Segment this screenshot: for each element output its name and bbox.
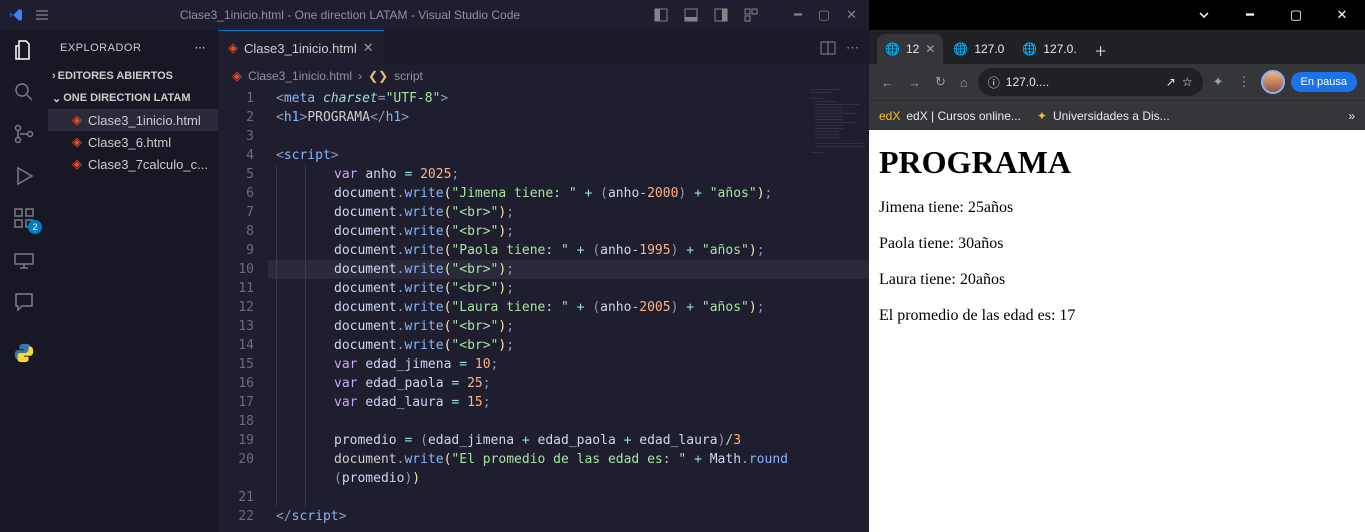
address-text: 127.0.... (1006, 75, 1049, 89)
browser-tab[interactable]: 🌐127.0 (945, 34, 1012, 64)
source-control-icon[interactable] (12, 122, 36, 146)
code-editor[interactable]: 1234567891011121314151617181920 2122 <me… (218, 87, 869, 532)
titlebar: Clase3_1inicio.html - One direction LATA… (0, 0, 869, 30)
avatar[interactable] (1261, 70, 1285, 94)
menu-icon[interactable] (34, 7, 50, 23)
editor-area: ◈ Clase3_1inicio.html ✕ ⋯ ◈ Clase3_1inic… (218, 30, 869, 532)
extensions-badge: 2 (28, 220, 42, 234)
more-icon[interactable]: ⋯ (195, 41, 207, 54)
layout-right-icon[interactable] (710, 4, 732, 26)
bookmark-item[interactable]: edXedX | Cursos online... (879, 109, 1021, 123)
browser-tab[interactable]: 🌐12✕ (877, 34, 943, 64)
forward-button[interactable]: → (904, 71, 925, 94)
home-button[interactable]: ⌂ (956, 71, 972, 94)
more-actions-icon[interactable]: ⋯ (846, 40, 859, 56)
file-item[interactable]: ◈Clase3_6.html (48, 131, 218, 153)
editors-open-header[interactable]: › EDITORES ABIERTOS (48, 65, 218, 87)
page-heading: PROGRAMA (879, 144, 1355, 181)
tab-label: Clase3_1inicio.html (244, 41, 357, 56)
browser-titlebar: ━ ▢ ✕ (869, 0, 1365, 30)
share-icon[interactable]: ↗ (1166, 75, 1176, 89)
page-text: Laura tiene: 20años (879, 271, 1355, 289)
brackets-icon: ❮❯ (368, 69, 388, 83)
close-tab-icon[interactable]: ✕ (925, 42, 935, 56)
split-editor-icon[interactable] (820, 40, 836, 56)
search-icon[interactable] (12, 80, 36, 104)
run-debug-icon[interactable] (12, 164, 36, 188)
window-title: Clase3_1inicio.html - One direction LATA… (50, 8, 650, 22)
minimize-button[interactable]: ━ (1227, 0, 1273, 30)
activity-bar: 2 (0, 30, 48, 532)
html-file-icon: ◈ (72, 112, 82, 128)
globe-icon: 🌐 (953, 42, 968, 56)
html-file-icon: ◈ (72, 156, 82, 172)
page-text: El promedio de las edad es: 17 (879, 307, 1355, 325)
sidebar-title: EXPLORADOR (60, 42, 141, 54)
breadcrumb[interactable]: ◈ Clase3_1inicio.html › ❮❯ script (218, 65, 869, 87)
browser-tab[interactable]: 🌐127.0. (1014, 34, 1084, 64)
menu-icon[interactable]: ⋮ (1234, 70, 1255, 94)
browser-toolbar: ← → ↻ ⌂ ⓘ 127.0.... ↗ ☆ ✦ ⋮ En pausa (869, 64, 1365, 100)
browser-window: ━ ▢ ✕ 🌐12✕🌐127.0🌐127.0. ＋ ← → ↻ ⌂ ⓘ 127.… (869, 0, 1365, 532)
layout-customize-icon[interactable] (740, 4, 762, 26)
sidebar: EXPLORADOR ⋯ › EDITORES ABIERTOS ⌄ ONE D… (48, 30, 218, 532)
chevron-down-icon: ⌄ (52, 92, 61, 105)
bookmark-icon: edX (879, 109, 900, 123)
pause-chip[interactable]: En pausa (1291, 72, 1357, 92)
project-header[interactable]: ⌄ ONE DIRECTION LATAM (48, 87, 218, 109)
bookmarks-overflow-icon[interactable]: » (1348, 109, 1355, 123)
back-button[interactable]: ← (877, 71, 898, 94)
globe-icon: 🌐 (1022, 42, 1037, 56)
extensions-icon[interactable]: ✦ (1209, 70, 1228, 94)
html-file-icon: ◈ (232, 68, 242, 84)
layout-panel-icon[interactable] (650, 4, 672, 26)
browser-tabs: 🌐12✕🌐127.0🌐127.0. ＋ (869, 30, 1365, 64)
maximize-button[interactable]: ▢ (814, 3, 834, 27)
chevron-down-icon[interactable] (1181, 0, 1227, 30)
address-bar[interactable]: ⓘ 127.0.... ↗ ☆ (978, 68, 1203, 96)
chevron-right-icon: › (52, 70, 56, 82)
html-file-icon: ◈ (72, 134, 82, 150)
bookmarks-bar: edXedX | Cursos online... ✦Universidades … (869, 100, 1365, 130)
html-file-icon: ◈ (228, 40, 238, 56)
minimize-button[interactable]: ━ (790, 3, 806, 27)
reload-button[interactable]: ↻ (931, 70, 950, 94)
file-item[interactable]: ◈Clase3_7calculo_c... (48, 153, 218, 175)
info-icon: ⓘ (988, 74, 1000, 91)
close-tab-icon[interactable]: ✕ (363, 40, 374, 56)
close-button[interactable]: ✕ (842, 3, 861, 27)
vscode-window: Clase3_1inicio.html - One direction LATA… (0, 0, 869, 532)
chat-icon[interactable] (12, 290, 36, 314)
maximize-button[interactable]: ▢ (1273, 0, 1319, 30)
close-button[interactable]: ✕ (1319, 0, 1365, 30)
minimap[interactable] (809, 87, 869, 187)
remote-explorer-icon[interactable] (12, 248, 36, 272)
bookmark-item[interactable]: ✦Universidades a Dis... (1037, 109, 1170, 123)
vscode-logo-icon (8, 7, 24, 23)
python-icon[interactable] (13, 342, 35, 364)
page-text: Paola tiene: 30años (879, 235, 1355, 253)
extensions-icon[interactable]: 2 (12, 206, 36, 230)
page-text: Jimena tiene: 25años (879, 199, 1355, 217)
file-item[interactable]: ◈Clase3_1inicio.html (48, 109, 218, 131)
page-content: PROGRAMA Jimena tiene: 25años Paola tiene… (869, 130, 1365, 532)
layout-bottom-icon[interactable] (680, 4, 702, 26)
globe-icon: 🌐 (885, 42, 900, 56)
star-icon[interactable]: ☆ (1182, 75, 1193, 89)
new-tab-button[interactable]: ＋ (1087, 36, 1115, 64)
explorer-icon[interactable] (12, 38, 36, 62)
editor-tab[interactable]: ◈ Clase3_1inicio.html ✕ (218, 30, 384, 65)
bookmark-icon: ✦ (1037, 109, 1047, 123)
